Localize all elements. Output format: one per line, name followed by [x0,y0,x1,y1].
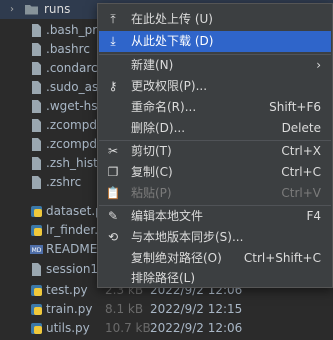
menu-shortcut: Delete [281,121,321,135]
menu-item-label: 复制(C) [131,165,173,179]
menu-item-copy[interactable]: ❐ 复制(C) Ctrl+C [99,162,331,183]
svg-text:MD: MD [32,247,42,254]
key-icon: ⚷ [108,79,118,93]
file-size: 10.7 kB [105,321,151,335]
file-name: .zcompdu [46,118,105,132]
file-icon [32,81,41,94]
scissors-icon: ✂ [107,144,119,158]
menu-item-label: 删除(D)... [131,121,186,135]
menu-item-copy-path[interactable]: 复制绝对路径(O) Ctrl+Shift+C [99,248,331,269]
file-name: utils.py [46,321,90,335]
menu-item-label: 在此处上传 (U) [131,12,213,26]
file-icon [32,176,41,189]
file-name: .condarc [46,61,98,75]
menu-item-new[interactable]: 新建(N) › [99,55,331,76]
file-size: 8.1 kB [105,302,144,316]
chevron-right-icon: › [316,58,321,72]
tree-item[interactable]: train.py 8.1 kB 2022/9/2 12:15 [0,300,333,319]
file-name: README [46,242,98,256]
file-name: dataset.p [46,204,103,218]
python-file-icon [31,285,42,296]
python-file-icon [31,304,42,315]
menu-shortcut: Ctrl+Shift+C [243,251,321,265]
menu-item-rename[interactable]: 重命名(R)... Shift+F6 [99,97,331,118]
file-date: 2022/9/2 12:15 [150,302,243,316]
menu-item-label: 新建(N) [131,58,174,72]
tree-item[interactable]: utils.py 10.7 kB 2022/9/2 12:06 [0,319,333,338]
file-name: .zshrc [46,175,82,189]
file-icon [32,263,41,276]
python-file-icon [31,225,42,236]
file-icon [32,62,41,75]
menu-item-download[interactable]: ⤓ 从此处下载 (D) [99,31,331,52]
file-icon [32,24,41,37]
file-icon [32,157,41,170]
menu-shortcut: Ctrl+V [281,186,321,200]
menu-item-cut[interactable]: ✂ 剪切(T) Ctrl+X [99,141,331,162]
file-name: .wget-hst [46,99,103,113]
menu-item-delete[interactable]: 删除(D)... Delete [99,118,331,139]
python-file-icon [31,206,42,217]
menu-item-permissions[interactable]: ⚷ 更改权限(P)... [99,76,331,97]
python-file-icon [31,323,42,334]
file-name: .bash_pro [46,23,105,37]
copy-icon: ❐ [107,165,119,179]
context-menu: ⤒ 在此处上传 (U) ⤓ 从此处下载 (D) 新建(N) › ⚷ 更改权限(P… [97,3,333,288]
file-icon [32,119,41,132]
menu-item-label: 排除路径(L) [131,271,196,285]
folder-icon [25,5,38,15]
upload-icon: ⤒ [110,12,116,26]
menu-shortcut: Ctrl+C [281,165,321,179]
file-icon [32,100,41,113]
markdown-file-icon: MD [30,245,43,254]
menu-item-label: 更改权限(P)... [131,79,208,93]
paste-icon: 📋 [105,186,121,200]
menu-item-paste[interactable]: 📋 粘贴(P) Ctrl+V [99,183,331,204]
menu-item-edit-local[interactable]: ✎ 编辑本地文件 F4 [99,206,331,227]
menu-item-label: 与本地版本同步(S)... [131,230,244,244]
menu-item-label: 重命名(R)... [131,100,197,114]
file-name: .sudo_as [46,80,99,94]
menu-item-exclude-path[interactable]: 排除路径(L) [99,268,331,289]
menu-item-label: 粘贴(P) [131,186,172,200]
menu-item-label: 复制绝对路径(O) [131,251,222,265]
file-name: train.py [46,302,93,316]
file-name: .bashrc [46,42,90,56]
chevron-right-icon[interactable]: › [10,0,14,19]
menu-shortcut: Ctrl+X [281,144,321,158]
folder-name: runs [44,2,71,16]
download-icon: ⤓ [110,34,116,48]
menu-item-sync[interactable]: ⟲ 与本地版本同步(S)... [99,227,331,248]
menu-item-label: 剪切(T) [131,144,172,158]
menu-item-label: 编辑本地文件 [131,209,204,223]
file-name: session1 [46,262,99,276]
file-icon [32,43,41,56]
menu-item-label: 从此处下载 (D) [131,34,214,48]
file-icon [32,138,41,151]
menu-item-upload[interactable]: ⤒ 在此处上传 (U) [99,9,331,30]
file-name: lr_finder. [46,223,99,237]
file-name: .zcompdu [46,137,105,151]
file-name: test.py [46,283,88,297]
file-date: 2022/9/2 12:06 [150,321,243,335]
edit-icon: ✎ [107,209,119,223]
menu-shortcut: F4 [306,209,321,223]
menu-shortcut: Shift+F6 [269,100,321,114]
sync-icon: ⟲ [107,230,119,244]
